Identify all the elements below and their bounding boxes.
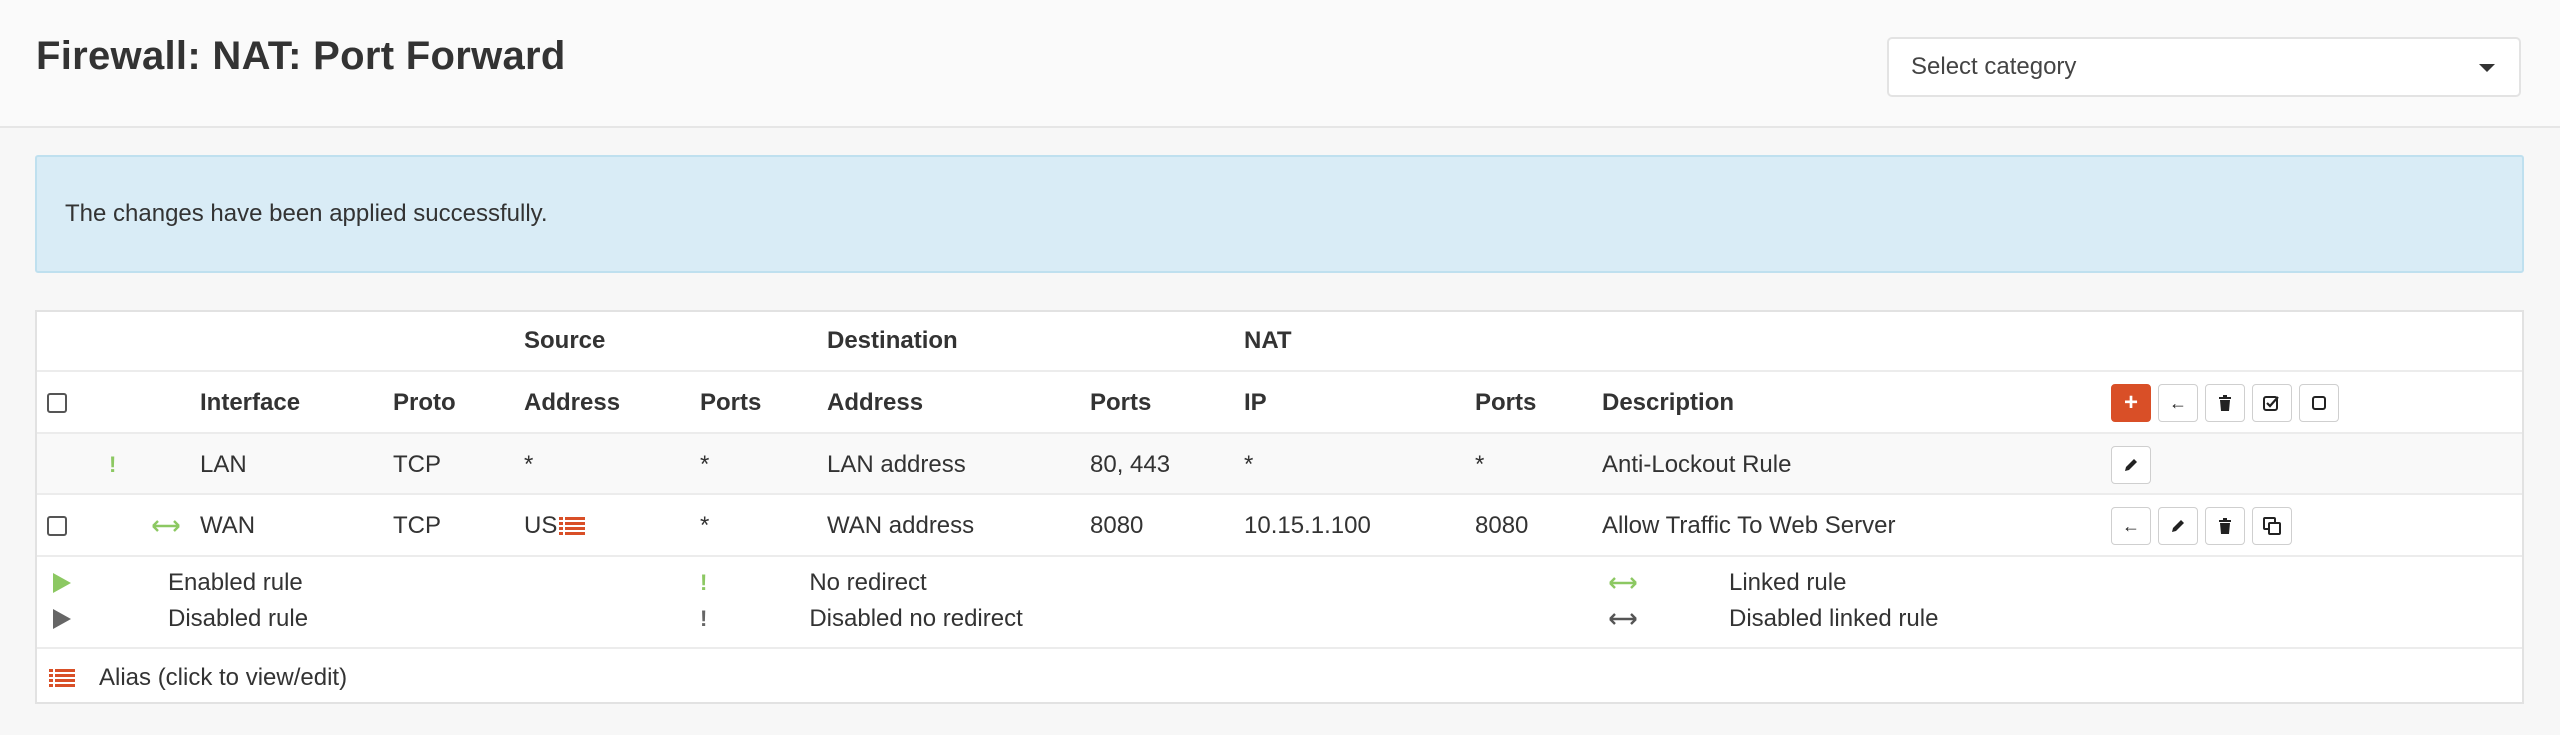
pencil-icon [2172,520,2184,532]
group-header-source: Source [524,327,606,354]
play-icon [53,573,71,593]
alert-message: The changes have been applied successful… [65,200,548,227]
row-select-cell [47,495,67,557]
success-alert: The changes have been applied successful… [35,155,2524,273]
no-redirect-icon: ! [109,451,117,477]
category-select[interactable]: Select category [1887,37,2521,97]
category-select-value: Select category [1911,53,2077,80]
enable-selected-button[interactable] [2252,384,2292,422]
legend-alias: Alias (click to view/edit) [37,647,2522,706]
header-actions: + ← [2111,372,2346,434]
row-interface: WAN [200,512,256,539]
row-source-address: US [524,512,558,539]
row-destination-address: WAN address [827,512,975,539]
move-selected-button[interactable]: ← [2158,384,2198,422]
legend-alias-item: Alias (click to view/edit) [49,649,347,706]
row-source-ports: * [700,512,710,539]
row-destination-address: LAN address [827,450,966,478]
row-nat-ip: * [1244,450,1254,478]
alias-list-icon[interactable] [559,516,586,536]
square-icon [2312,396,2326,410]
row-source-address: * [524,450,534,478]
row-proto: TCP [393,450,441,478]
col-source-address[interactable]: Address [524,372,620,434]
legend-disabled-linked-rule: Disabled linked rule [1609,605,1938,633]
legend-enabled-rule: Enabled rule [52,569,303,597]
linked-rule-icon [152,495,180,557]
group-header-destination: Destination [827,327,958,354]
clone-rule-button[interactable] [2252,507,2292,545]
check-square-icon [2263,396,2279,411]
legend: Enabled rule Disabled rule ! No redirect… [37,555,2522,649]
col-description[interactable]: Description [1602,372,1734,434]
col-source-ports[interactable]: Ports [700,372,761,434]
legend-linked-rule: Linked rule [1609,569,1846,597]
pencil-icon [2125,458,2137,471]
add-rule-button[interactable]: + [2111,384,2151,422]
row-actions [2111,434,2158,495]
row-description: Allow Traffic To Web Server [1602,512,1896,539]
alias-list-icon [49,668,75,687]
col-destination-ports[interactable]: Ports [1090,372,1151,434]
chevron-down-icon [2479,64,2495,72]
row-proto: TCP [393,512,441,539]
table-column-header: Interface Proto Address Ports Address Po… [37,370,2522,434]
disabled-linked-rule-icon [1609,613,1637,625]
col-interface[interactable]: Interface [200,372,300,434]
legend-disabled-no-redirect: ! Disabled no redirect [700,605,1023,632]
table-group-header: Source Destination NAT [37,312,2522,370]
port-forward-table: Source Destination NAT Interface Proto A… [35,310,2524,704]
linked-rule-icon [1609,577,1637,589]
delete-rule-button[interactable] [2205,507,2245,545]
select-all-checkbox[interactable] [47,393,67,413]
col-destination-address[interactable]: Address [827,372,923,434]
row-nat-ports: * [1475,450,1485,478]
delete-selected-button[interactable] [2205,384,2245,422]
edit-rule-button[interactable] [2158,507,2198,545]
row-nat-ip: 10.15.1.100 [1244,512,1371,539]
trash-icon [2219,518,2231,534]
page-title: Firewall: NAT: Port Forward [36,34,566,78]
table-row: ! LAN TCP * * LAN address 80, 443 * * An… [37,432,2522,495]
clone-icon [2263,517,2281,535]
legend-disabled-rule: Disabled rule [52,605,308,633]
edit-rule-button[interactable] [2111,445,2151,484]
col-nat-ports[interactable]: Ports [1475,372,1536,434]
page-header: Firewall: NAT: Port Forward Select categ… [0,0,2560,128]
legend-no-redirect: ! No redirect [700,569,927,596]
row-description: Anti-Lockout Rule [1602,450,1792,478]
trash-icon [2219,395,2231,411]
select-all-cell [47,372,67,434]
row-destination-ports: 80, 443 [1090,450,1171,478]
row-destination-ports: 8080 [1090,512,1144,539]
play-icon [53,609,71,629]
row-checkbox[interactable] [47,516,67,536]
disabled-no-redirect-icon: ! [700,606,708,631]
move-rule-button[interactable]: ← [2111,507,2151,545]
row-source-address-cell[interactable]: US [524,495,586,557]
row-nat-ports: 8080 [1475,512,1529,539]
group-header-nat: NAT [1244,327,1292,354]
disable-selected-button[interactable] [2299,384,2339,422]
row-interface: LAN [200,450,247,478]
col-nat-ip[interactable]: IP [1244,372,1267,434]
row-actions: ← [2111,495,2299,557]
row-source-ports: * [700,450,710,478]
no-redirect-icon: ! [700,570,708,595]
table-row: WAN TCP US * WAN address 8080 10.15.1.10… [37,493,2522,557]
col-proto[interactable]: Proto [393,372,456,434]
